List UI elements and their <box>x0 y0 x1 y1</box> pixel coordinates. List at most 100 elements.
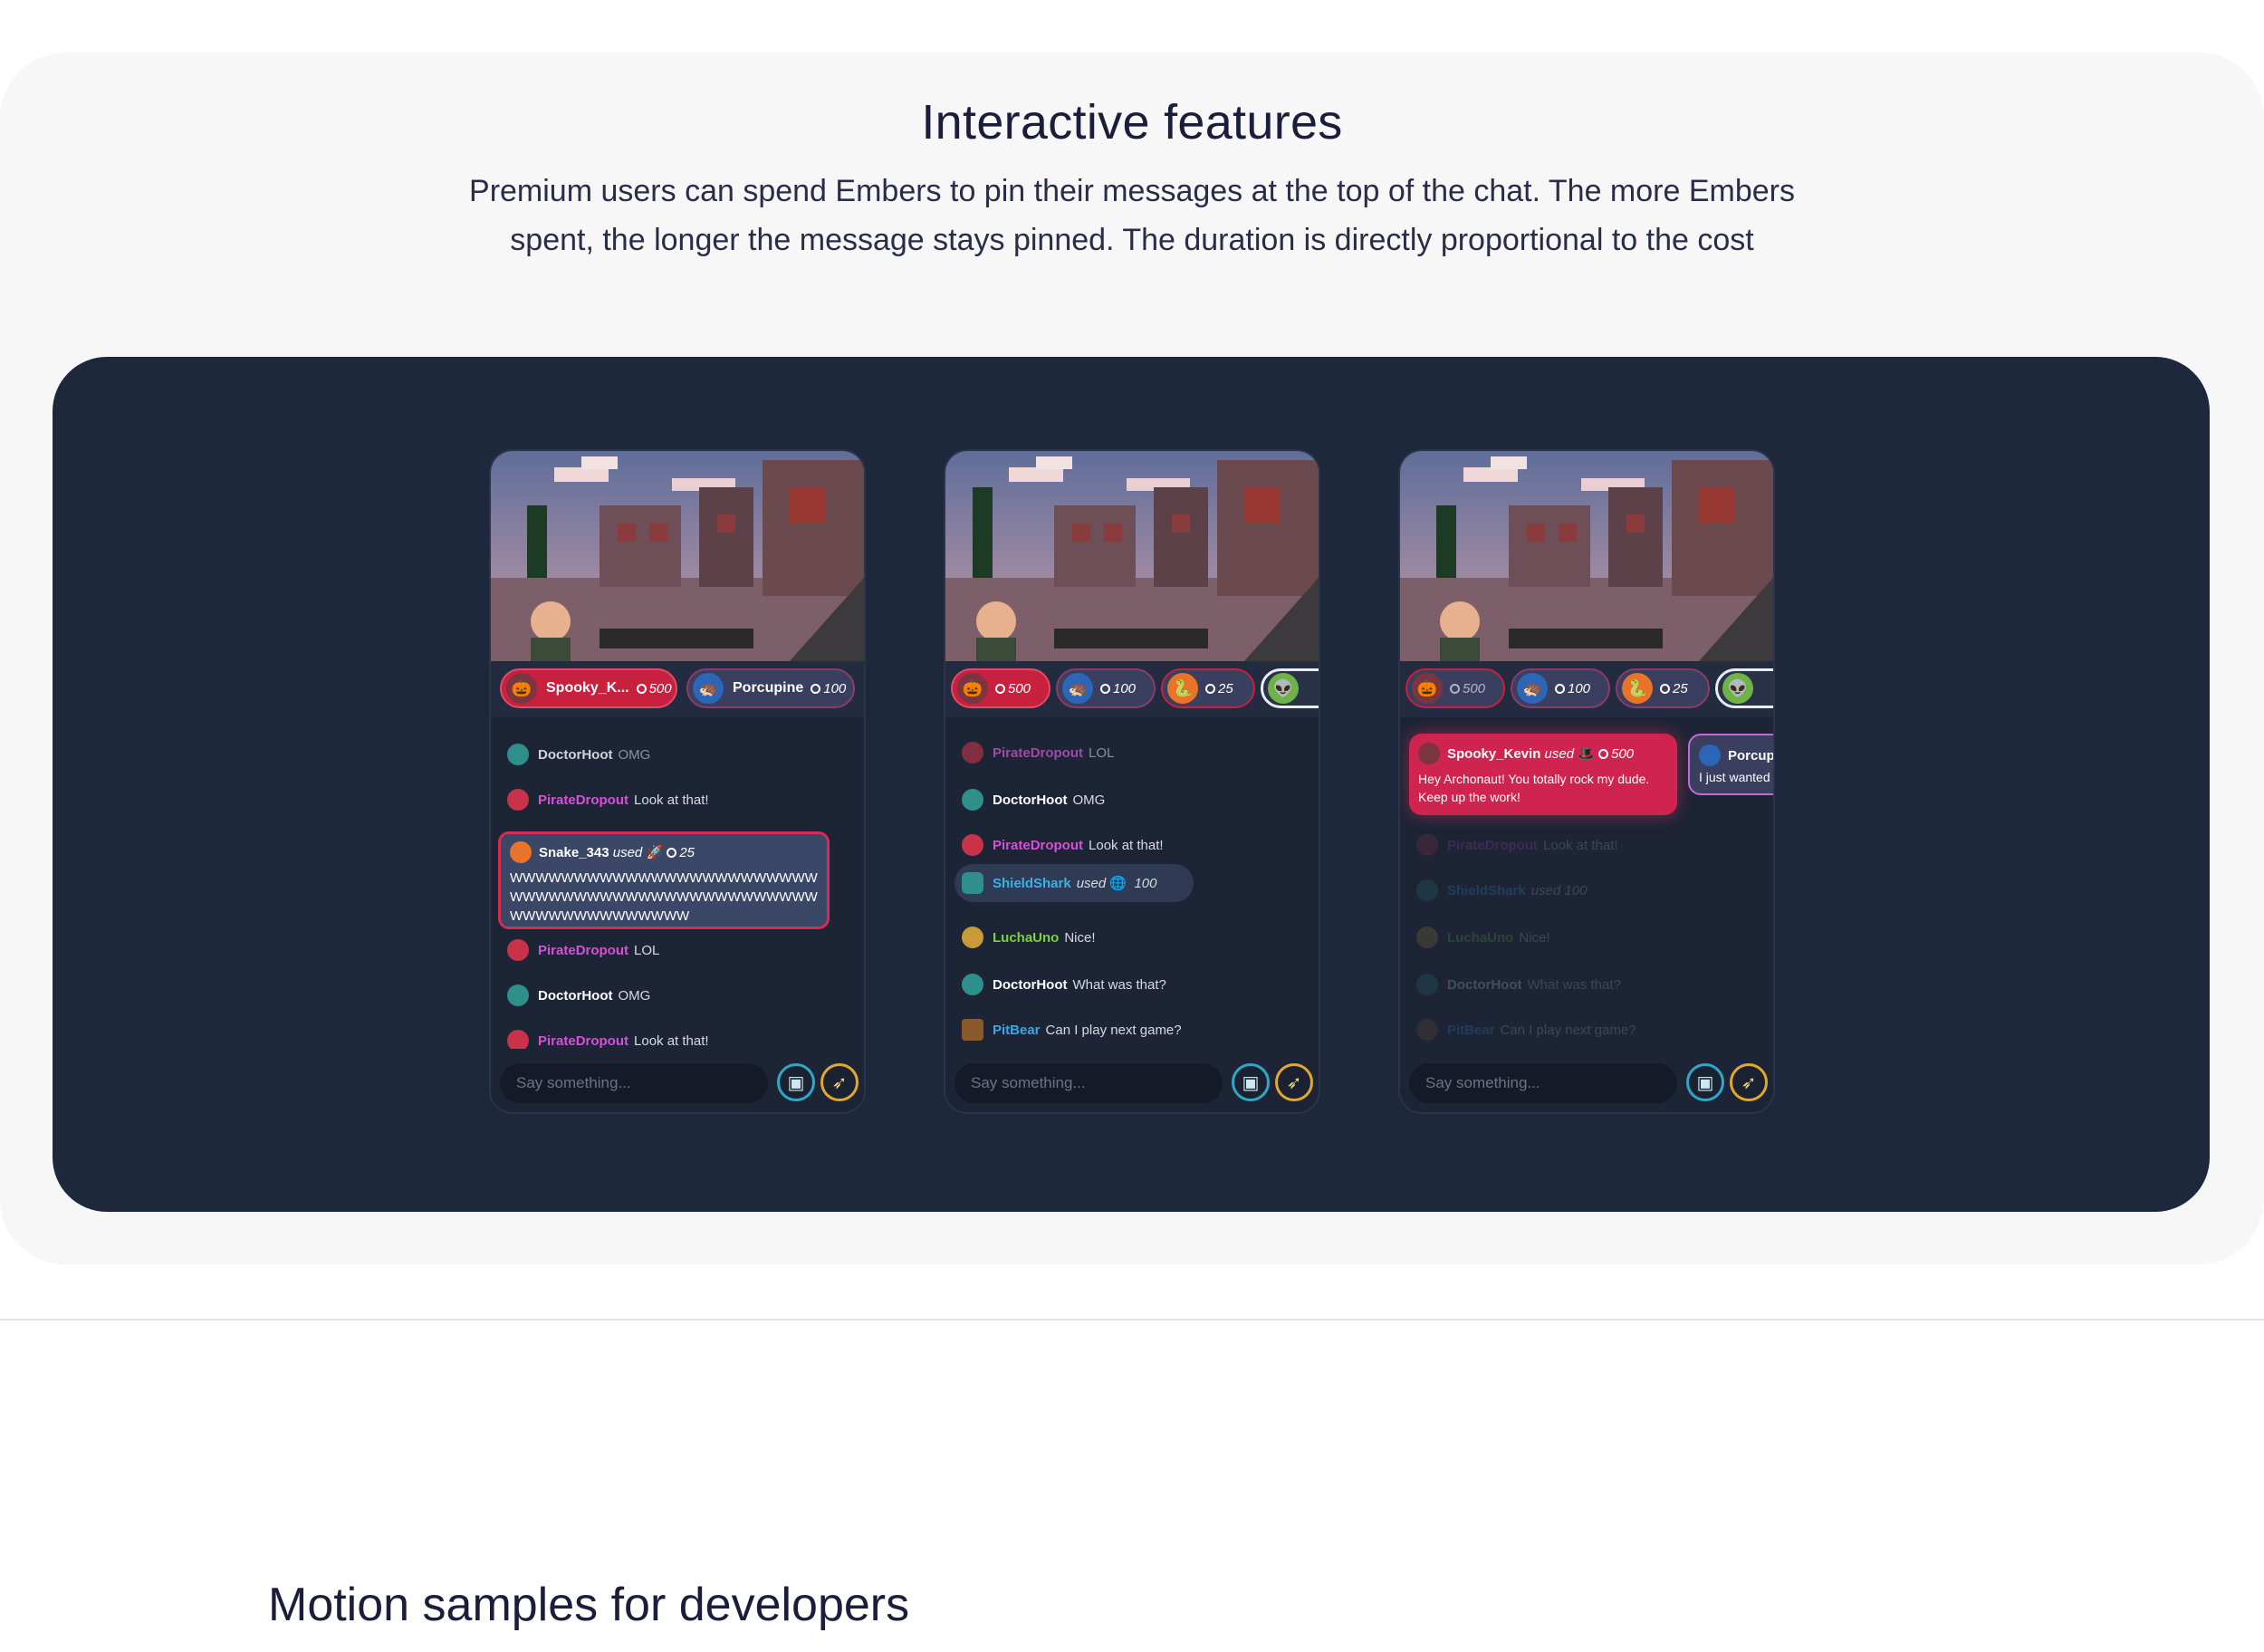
stream-video-3[interactable] <box>1400 451 1773 661</box>
ember-pill[interactable]: 🦔 100 <box>1056 668 1156 708</box>
avatar: 🎃 <box>1412 673 1443 704</box>
ember-pill[interactable]: 🎃 500 <box>951 668 1050 708</box>
rocket-icon: ➶ <box>1286 1072 1302 1093</box>
chat-message: ShieldShark used 100 <box>1416 877 1587 904</box>
avatar <box>962 974 983 995</box>
chat-input[interactable]: Say something... <box>1409 1063 1677 1103</box>
chat-input-row-3: Say something... ▣ ➶ <box>1400 1049 1773 1112</box>
section-title: Interactive features <box>921 95 1343 149</box>
avatar <box>507 789 529 811</box>
chat-message: DoctorHoot OMG <box>507 741 650 768</box>
rocket-icon: ➶ <box>1741 1072 1757 1093</box>
image-icon: ▣ <box>787 1072 805 1093</box>
ember-pill[interactable]: 🐍 25 <box>1616 668 1710 708</box>
ember-icon <box>1100 683 1110 694</box>
ember-icon <box>1205 683 1215 694</box>
phone-mockup-2: 🎃 500 🦔 100 🐍 25 👽 PirateDropout LOL Doc… <box>945 451 1319 1112</box>
ember-pill[interactable]: 🦔 Porcupine 100 <box>686 668 855 708</box>
avatar <box>507 939 529 961</box>
avatar: 👽 <box>1268 673 1299 704</box>
ember-pill-bar-2: 🎃 500 🦔 100 🐍 25 👽 <box>945 661 1319 717</box>
avatar <box>962 742 983 764</box>
chat-message: DoctorHoot What was that? <box>1416 971 1621 998</box>
highlighted-message: Snake_343 used 🚀 25 WWWWWWWWWWWWWWWWWWWW… <box>498 831 830 929</box>
avatar <box>510 841 532 863</box>
chat-message: DoctorHoot OMG <box>962 786 1105 813</box>
ember-pill[interactable]: 🎃 Spooky_K... 500 <box>500 668 677 708</box>
avatar: 🦔 <box>1517 673 1548 704</box>
rocket-icon: ➶ <box>831 1072 848 1093</box>
avatar <box>507 984 529 1006</box>
avatar <box>1416 834 1438 856</box>
ember-pill-bar-3: 🎃 500 🦔 100 🐍 25 👽 <box>1400 661 1773 717</box>
avatar <box>1416 879 1438 901</box>
avatar <box>962 872 983 894</box>
stream-video-2[interactable] <box>945 451 1319 661</box>
chat-message: ShieldShark used 🌐 100 <box>962 869 1156 897</box>
avatar: 🐍 <box>1622 673 1653 704</box>
chat-message: PirateDropout Look at that! <box>962 831 1164 859</box>
avatar: 🐍 <box>1167 673 1198 704</box>
chat-message: PirateDropout LOL <box>962 739 1114 766</box>
globe-icon: 🌐 <box>1109 876 1127 891</box>
chat-input-row-2: Say something... ▣ ➶ <box>945 1049 1319 1112</box>
chat-message: LuchaUno Nice! <box>1416 924 1550 951</box>
ember-button[interactable]: ➶ <box>820 1063 859 1101</box>
ember-icon <box>995 683 1005 694</box>
ember-pill-bar-1: 🎃 Spooky_K... 500 🦔 Porcupine 100 <box>491 661 864 717</box>
demo-stage: 🎃 Spooky_K... 500 🦔 Porcupine 100 Doctor… <box>53 357 2210 1212</box>
next-section-title: Motion samples for developers <box>268 1579 910 1631</box>
avatar: 👽 <box>1722 673 1753 704</box>
avatar: 🎃 <box>506 673 537 704</box>
ember-icon <box>667 847 677 858</box>
chat-message: PirateDropout Look at that! <box>1416 831 1618 859</box>
avatar: 🎃 <box>957 673 988 704</box>
avatar <box>962 789 983 811</box>
rocket-icon: 🚀 <box>646 845 664 860</box>
chat-message: DoctorHoot What was that? <box>962 971 1166 998</box>
avatar <box>1416 927 1438 948</box>
emote-button[interactable]: ▣ <box>777 1063 815 1101</box>
ember-pill[interactable]: 👽 <box>1715 668 1773 708</box>
avatar <box>962 1019 983 1041</box>
avatar: 🦔 <box>1062 673 1093 704</box>
avatar <box>962 834 983 856</box>
chat-list-3: PirateDropout Look at that! ShieldShark … <box>1400 717 1773 1049</box>
chat-input[interactable]: Say something... <box>500 1063 768 1103</box>
emote-button[interactable]: ▣ <box>1686 1063 1724 1101</box>
ember-pill[interactable]: 👽 <box>1261 668 1319 708</box>
image-icon: ▣ <box>1696 1072 1714 1093</box>
chat-input[interactable]: Say something... <box>955 1063 1223 1103</box>
ember-icon <box>1450 683 1460 694</box>
ember-button[interactable]: ➶ <box>1275 1063 1313 1101</box>
avatar: 🦔 <box>693 673 724 704</box>
ember-icon <box>1660 683 1670 694</box>
ember-pill[interactable]: 🐍 25 <box>1161 668 1255 708</box>
chat-message: PirateDropout Look at that! <box>507 786 709 813</box>
chat-input-row-1: Say something... ▣ ➶ <box>491 1049 864 1112</box>
phone-mockup-1: 🎃 Spooky_K... 500 🦔 Porcupine 100 Doctor… <box>491 451 864 1112</box>
stream-video-1[interactable] <box>491 451 864 661</box>
ember-icon <box>636 683 647 694</box>
ember-icon <box>1555 683 1565 694</box>
chat-list-1: DoctorHoot OMG PirateDropout Look at tha… <box>491 717 864 1049</box>
chat-message: PitBear Can I play next game? <box>1416 1016 1636 1043</box>
ember-icon <box>811 683 821 694</box>
avatar <box>1416 974 1438 995</box>
ember-button[interactable]: ➶ <box>1730 1063 1768 1101</box>
avatar <box>962 927 983 948</box>
chat-list-2: PirateDropout LOL DoctorHoot OMG PirateD… <box>945 717 1319 1049</box>
avatar <box>507 1030 529 1049</box>
avatar <box>1416 1019 1438 1041</box>
emote-button[interactable]: ▣ <box>1232 1063 1270 1101</box>
chat-message: PirateDropout LOL <box>507 936 659 964</box>
chat-message: DoctorHoot OMG <box>507 982 650 1009</box>
ember-pill[interactable]: 🎃 500 <box>1405 668 1505 708</box>
section-divider <box>0 1319 2264 1321</box>
phone-mockup-3: 🎃 500 🦔 100 🐍 25 👽 Spooky_Kevin used 🎩 5… <box>1400 451 1773 1112</box>
chat-message: PirateDropout Look at that! <box>507 1027 709 1049</box>
chat-message: PitBear Can I play next game? <box>962 1016 1182 1043</box>
ember-pill[interactable]: 🦔 100 <box>1511 668 1610 708</box>
chat-message: LuchaUno Nice! <box>962 924 1096 951</box>
avatar <box>507 744 529 765</box>
